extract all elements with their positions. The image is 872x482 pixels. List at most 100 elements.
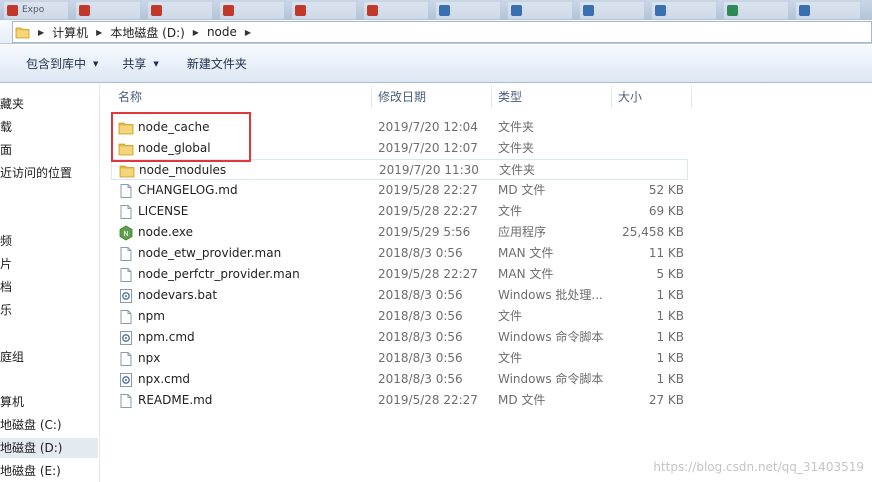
taskbar-button[interactable]: [436, 2, 500, 19]
chevron-right-icon[interactable]: ▶: [38, 28, 44, 37]
taskbar-button[interactable]: [364, 2, 428, 19]
taskbar-button[interactable]: [292, 2, 356, 19]
file-date: 2018/8/3 0:56: [378, 288, 463, 302]
app-icon: [7, 5, 18, 16]
file-type: MAN 文件: [498, 267, 554, 281]
nav-item[interactable]: 家庭组: [0, 347, 98, 367]
nav-item[interactable]: 最近访问的位置: [0, 163, 98, 183]
file-date: 2019/5/28 22:27: [378, 393, 478, 407]
file-row[interactable]: Nnode.exe 2019/5/29 5:56 应用程序 25,458 KB: [111, 222, 688, 243]
column-header-type[interactable]: 类型: [498, 86, 522, 108]
app-icon: [799, 5, 810, 16]
chevron-right-icon[interactable]: ▶: [96, 28, 102, 37]
file-size: 52 KB: [648, 183, 684, 197]
nav-item[interactable]: 视频: [0, 231, 98, 251]
taskbar-button[interactable]: [724, 2, 788, 19]
include-in-library-button[interactable]: 包含到库中 ▼: [20, 55, 104, 72]
document-icon: [118, 393, 134, 409]
nav-item[interactable]: 下载: [0, 117, 98, 137]
column-header-date[interactable]: 修改日期: [378, 86, 426, 108]
file-row[interactable]: npm 2018/8/3 0:56 文件 1 KB: [111, 306, 688, 327]
column-divider[interactable]: [371, 86, 372, 108]
address-bar-area: ▶ 计算机 ▶ 本地磁盘 (D:) ▶ node ▶: [0, 20, 872, 44]
column-divider[interactable]: [611, 86, 612, 108]
app-icon: [655, 5, 666, 16]
nav-item[interactable]: 计算机: [0, 392, 98, 412]
file-name: node_etw_provider.man: [138, 246, 282, 260]
file-size: 69 KB: [648, 204, 684, 218]
column-divider[interactable]: [691, 86, 692, 108]
file-size: 1 KB: [656, 309, 684, 323]
taskbar-button[interactable]: [220, 2, 284, 19]
taskbar: Expo: [0, 0, 872, 20]
file-size: 5 KB: [656, 267, 684, 281]
file-row[interactable]: README.md 2019/5/28 22:27 MD 文件 27 KB: [111, 390, 688, 411]
nav-item[interactable]: 本地磁盘 (C:): [0, 415, 98, 435]
file-name: node.exe: [138, 225, 194, 239]
nav-item[interactable]: 收藏夹: [0, 94, 98, 114]
file-row[interactable]: npx 2018/8/3 0:56 文件 1 KB: [111, 348, 688, 369]
folder-icon: [15, 26, 30, 39]
new-folder-button[interactable]: 新建文件夹: [181, 55, 253, 72]
nav-item[interactable]: 桌面: [0, 140, 98, 160]
file-name: node_modules: [139, 163, 227, 177]
file-type: 文件夹: [499, 163, 536, 177]
file-name: CHANGELOG.md: [138, 183, 238, 197]
file-type: MD 文件: [498, 183, 546, 197]
taskbar-button-label: Expo: [22, 5, 45, 15]
file-row[interactable]: node_perfctr_provider.man 2019/5/28 22:27…: [111, 264, 688, 285]
include-in-library-label: 包含到库中: [26, 57, 87, 71]
document-icon: [118, 204, 134, 220]
file-row[interactable]: npx.cmd 2018/8/3 0:56 Windows 命令脚本 1 KB: [111, 369, 688, 390]
chevron-right-icon[interactable]: ▶: [245, 28, 251, 37]
nav-item[interactable]: 本地磁盘 (E:): [0, 461, 98, 481]
column-header-name[interactable]: 名称: [118, 86, 142, 108]
file-row[interactable]: LICENSE 2019/5/28 22:27 文件 69 KB: [111, 201, 688, 222]
breadcrumb-drive-d[interactable]: 本地磁盘 (D:): [110, 24, 184, 41]
file-row[interactable]: node_etw_provider.man 2018/8/3 0:56 MAN 文件…: [111, 243, 688, 264]
file-name: npm: [138, 309, 165, 323]
taskbar-button[interactable]: [508, 2, 572, 19]
breadcrumb-node[interactable]: node: [207, 25, 237, 39]
share-label: 共享: [122, 57, 147, 71]
address-bar[interactable]: ▶ 计算机 ▶ 本地磁盘 (D:) ▶ node ▶: [12, 21, 872, 43]
nav-item[interactable]: 音乐: [0, 300, 98, 320]
app-icon: [583, 5, 594, 16]
taskbar-button[interactable]: [76, 2, 140, 19]
document-icon: [118, 183, 134, 199]
taskbar-button[interactable]: [148, 2, 212, 19]
file-type: 文件夹: [498, 141, 535, 155]
navigation-pane[interactable]: 收藏夹下载桌面最近访问的位置视频图片文档音乐家庭组计算机本地磁盘 (C:) 本地磁…: [0, 84, 100, 482]
app-icon: [439, 5, 450, 16]
file-size: 1 KB: [656, 330, 684, 344]
document-icon: [118, 309, 134, 325]
nav-item[interactable]: 文档: [0, 277, 98, 297]
taskbar-button[interactable]: [796, 2, 860, 19]
file-row[interactable]: node_modules 2019/7/20 11:30 文件夹: [111, 159, 688, 180]
column-divider[interactable]: [491, 86, 492, 108]
breadcrumb-computer[interactable]: 计算机: [52, 24, 88, 41]
file-date: 2019/7/20 12:04: [378, 120, 478, 134]
nav-item[interactable]: 图片: [0, 254, 98, 274]
taskbar-button[interactable]: [652, 2, 716, 19]
file-type: 文件夹: [498, 120, 535, 134]
app-icon: [367, 5, 378, 16]
column-header-size[interactable]: 大小: [618, 86, 642, 108]
taskbar-button[interactable]: Expo: [4, 2, 68, 19]
share-button[interactable]: 共享 ▼: [116, 55, 164, 72]
file-name: README.md: [138, 393, 213, 407]
file-size: 1 KB: [656, 372, 684, 386]
taskbar-button[interactable]: [580, 2, 644, 19]
nav-item[interactable]: 本地磁盘 (D:): [0, 438, 98, 458]
file-type: Windows 命令脚本: [498, 330, 604, 344]
file-date: 2018/8/3 0:56: [378, 372, 463, 386]
chevron-right-icon[interactable]: ▶: [193, 28, 199, 37]
file-row[interactable]: nodevars.bat 2018/8/3 0:56 Windows 批处理... 1…: [111, 285, 688, 306]
file-date: 2019/5/28 22:27: [378, 183, 478, 197]
file-row[interactable]: npm.cmd 2018/8/3 0:56 Windows 命令脚本 1 KB: [111, 327, 688, 348]
dropdown-arrow-icon: ▼: [93, 59, 99, 68]
file-row[interactable]: CHANGELOG.md 2019/5/28 22:27 MD 文件 52 KB: [111, 180, 688, 201]
file-type: Windows 命令脚本: [498, 372, 604, 386]
file-name: npm.cmd: [138, 330, 195, 344]
file-name: npx.cmd: [138, 372, 191, 386]
